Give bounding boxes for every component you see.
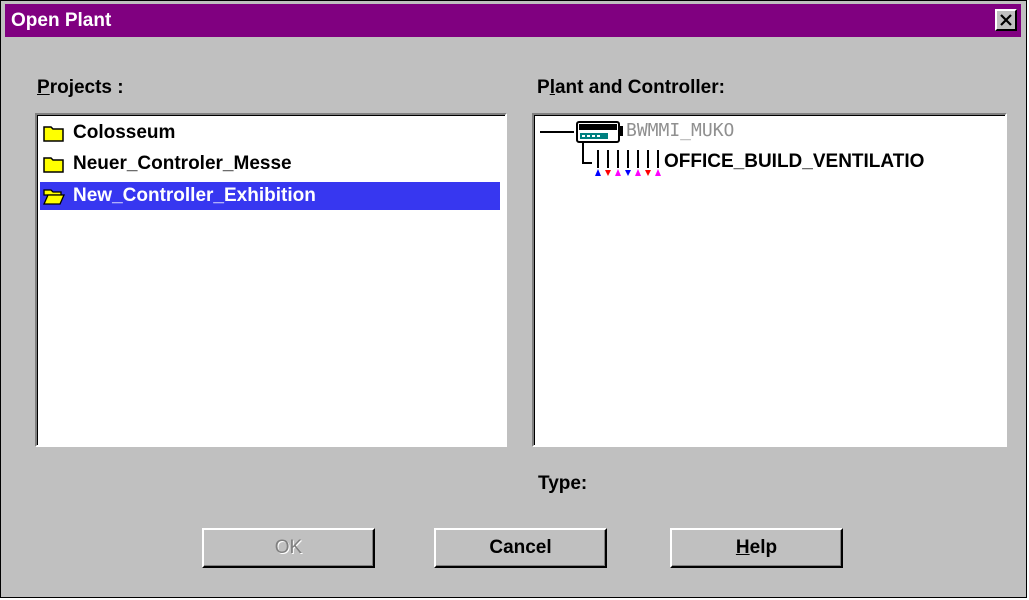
project-name: New_Controller_Exhibition	[73, 185, 316, 206]
list-item[interactable]: Colosseum	[40, 119, 500, 147]
projects-listbox[interactable]: Colosseum Neuer_Controler_Messe New_Cont…	[35, 113, 507, 447]
tree-connector	[582, 142, 584, 164]
list-item-selected[interactable]: New_Controller_Exhibition	[40, 182, 500, 210]
controller-device-icon	[576, 121, 623, 143]
folder-closed-icon	[43, 126, 64, 142]
folder-open-icon	[43, 189, 65, 205]
project-name: Neuer_Controler_Messe	[73, 153, 292, 174]
close-icon	[1000, 14, 1012, 26]
plant-symbol-icon	[595, 150, 661, 176]
project-name: Colosseum	[73, 122, 176, 143]
plant-tree[interactable]: BWMMI_MUKO OFFICE_BUILD_VENTILATIO	[532, 113, 1007, 447]
list-item[interactable]: Neuer_Controler_Messe	[40, 150, 500, 178]
controller-name[interactable]: BWMMI_MUKO	[626, 120, 734, 141]
plant-name[interactable]: OFFICE_BUILD_VENTILATIO	[664, 151, 924, 173]
ok-button[interactable]: OK	[202, 528, 375, 568]
type-label: Type:	[538, 473, 588, 494]
open-plant-dialog: Open Plant Projects : Colosseum Neuer_Co…	[0, 0, 1027, 598]
title-bar[interactable]: Open Plant	[5, 4, 1021, 37]
help-button[interactable]: Help	[670, 528, 843, 568]
cancel-button[interactable]: Cancel	[434, 528, 607, 568]
plant-controller-label: Plant and Controller:	[537, 77, 725, 98]
tree-connector	[582, 162, 592, 164]
dialog-title: Open Plant	[11, 10, 112, 31]
tree-connector	[540, 131, 574, 133]
projects-label: Projects :	[37, 77, 124, 98]
folder-closed-icon	[43, 157, 64, 173]
close-button[interactable]	[995, 9, 1017, 31]
